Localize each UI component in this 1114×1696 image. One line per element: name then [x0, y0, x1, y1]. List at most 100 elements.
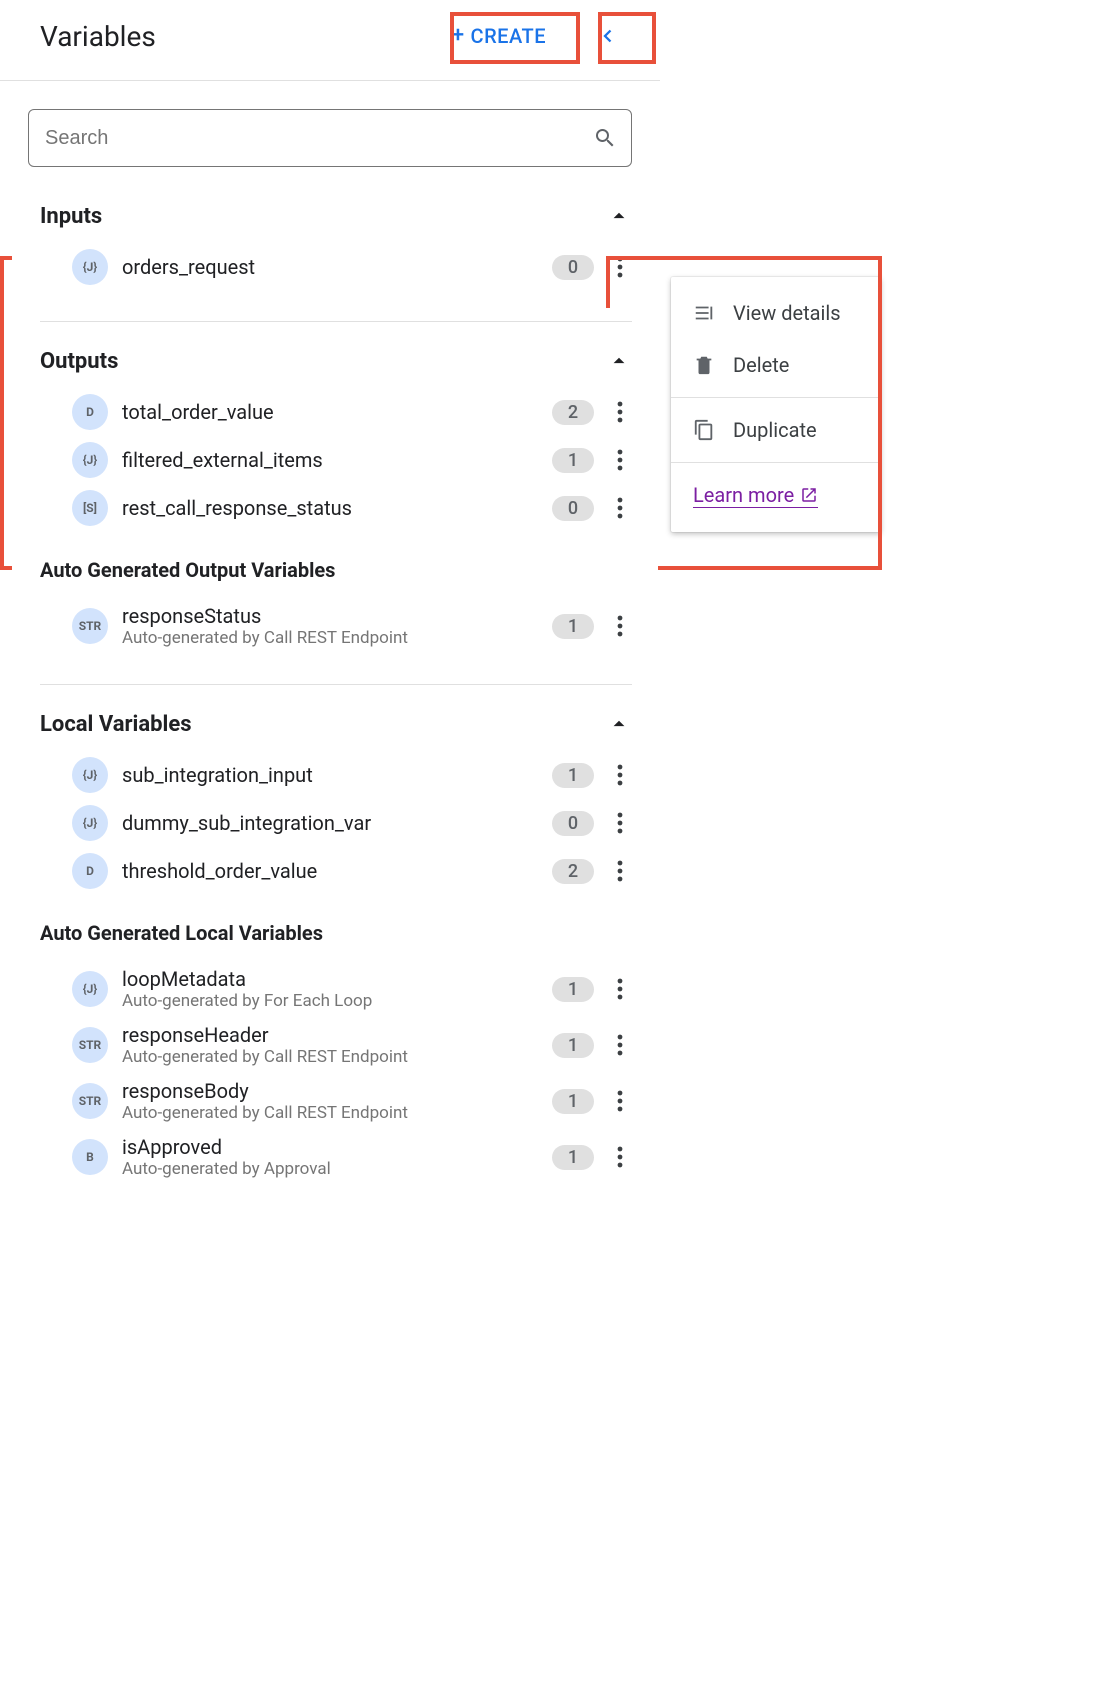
- learn-more-link[interactable]: Learn more: [693, 483, 818, 508]
- usage-count-badge: 2: [552, 400, 594, 425]
- section-inputs-header[interactable]: Inputs: [40, 195, 632, 243]
- auto-locals-title: Auto Generated Local Variables: [40, 895, 632, 961]
- more-actions-button[interactable]: [608, 974, 632, 1004]
- kebab-icon: [617, 256, 623, 278]
- variable-row[interactable]: {J} sub_integration_input 1: [40, 751, 632, 799]
- more-actions-button[interactable]: [608, 1142, 632, 1172]
- variable-name-block: orders_request: [122, 255, 538, 279]
- kebab-icon: [617, 497, 623, 519]
- more-actions-button[interactable]: [608, 1030, 632, 1060]
- more-actions-button[interactable]: [608, 445, 632, 475]
- variable-row[interactable]: STR responseStatus Auto-generated by Cal…: [40, 598, 632, 654]
- more-actions-button[interactable]: [608, 611, 632, 641]
- type-badge-string-array-icon: [S]: [72, 490, 108, 526]
- collapse-panel-button[interactable]: [582, 17, 628, 55]
- variable-context-menu: View details Delete Duplicate Learn more: [671, 277, 881, 532]
- variables-panel-wrapper: Variables + CREATE: [0, 0, 1114, 1185]
- panel-title: Variables: [40, 20, 156, 53]
- more-actions-button[interactable]: [608, 856, 632, 886]
- kebab-icon: [617, 764, 623, 786]
- section-inputs: Inputs {J} orders_request 0: [0, 177, 660, 322]
- variable-name: rest_call_response_status: [122, 496, 538, 520]
- section-locals-title: Local Variables: [40, 712, 192, 737]
- section-outputs-header[interactable]: Outputs: [40, 340, 632, 388]
- search-input[interactable]: [43, 126, 593, 151]
- menu-divider: [671, 397, 881, 398]
- usage-count-badge: 1: [552, 1089, 594, 1114]
- section-outputs: Outputs D total_order_value 2 {J} filter…: [0, 322, 660, 685]
- menu-item-label: Delete: [733, 353, 789, 377]
- variable-name: loopMetadata: [122, 967, 538, 991]
- variable-row[interactable]: {J} loopMetadata Auto-generated by For E…: [40, 961, 632, 1017]
- usage-count-badge: 0: [552, 811, 594, 836]
- usage-count-badge: 0: [552, 496, 594, 521]
- more-actions-button[interactable]: [608, 493, 632, 523]
- create-button-label: CREATE: [471, 24, 546, 48]
- variable-row[interactable]: [S] rest_call_response_status 0: [40, 484, 632, 532]
- plus-icon: +: [452, 25, 465, 47]
- variable-name: orders_request: [122, 255, 538, 279]
- more-actions-button[interactable]: [608, 252, 632, 282]
- more-actions-button[interactable]: [608, 1086, 632, 1116]
- variable-name: total_order_value: [122, 400, 538, 424]
- variable-name: threshold_order_value: [122, 859, 538, 883]
- search-icon: [593, 126, 617, 150]
- variable-row[interactable]: STR responseHeader Auto-generated by Cal…: [40, 1017, 632, 1073]
- variable-row[interactable]: D total_order_value 2: [40, 388, 632, 436]
- type-badge-double-icon: D: [72, 853, 108, 889]
- chevron-up-icon: [606, 711, 632, 737]
- search-container: [0, 81, 660, 177]
- auto-outputs-list: STR responseStatus Auto-generated by Cal…: [40, 598, 632, 654]
- more-actions-button[interactable]: [608, 397, 632, 427]
- section-locals-header[interactable]: Local Variables: [40, 703, 632, 751]
- variable-row[interactable]: B isApproved Auto-generated by Approval …: [40, 1129, 632, 1185]
- usage-count-badge: 1: [552, 977, 594, 1002]
- kebab-icon: [617, 1034, 623, 1056]
- variable-row[interactable]: STR responseBody Auto-generated by Call …: [40, 1073, 632, 1129]
- collapse-left-icon: [594, 25, 616, 47]
- kebab-icon: [617, 860, 623, 882]
- search-field[interactable]: [28, 109, 632, 167]
- learn-more-label: Learn more: [693, 483, 794, 507]
- variable-row[interactable]: D threshold_order_value 2: [40, 847, 632, 895]
- kebab-icon: [617, 449, 623, 471]
- duplicate-icon: [693, 419, 715, 441]
- menu-item-label: View details: [733, 301, 841, 325]
- trash-icon: [693, 354, 715, 376]
- kebab-icon: [617, 1146, 623, 1168]
- create-button[interactable]: + CREATE: [440, 16, 558, 56]
- variables-panel: Variables + CREATE: [0, 0, 660, 1185]
- menu-item-duplicate[interactable]: Duplicate: [671, 404, 881, 456]
- usage-count-badge: 1: [552, 448, 594, 473]
- kebab-icon: [617, 401, 623, 423]
- menu-item-delete[interactable]: Delete: [671, 339, 881, 391]
- variable-row[interactable]: {J} dummy_sub_integration_var 0: [40, 799, 632, 847]
- variable-subtitle: Auto-generated by For Each Loop: [122, 991, 538, 1011]
- menu-item-label: Duplicate: [733, 418, 817, 442]
- type-badge-json-icon: {J}: [72, 971, 108, 1007]
- more-actions-button[interactable]: [608, 760, 632, 790]
- type-badge-string-icon: STR: [72, 608, 108, 644]
- variable-row[interactable]: {J} filtered_external_items 1: [40, 436, 632, 484]
- variable-name: responseHeader: [122, 1023, 538, 1047]
- auto-locals-list: {J} loopMetadata Auto-generated by For E…: [40, 961, 632, 1185]
- section-locals: Local Variables {J} sub_integration_inpu…: [0, 685, 660, 1185]
- type-badge-string-icon: STR: [72, 1027, 108, 1063]
- inputs-list: {J} orders_request 0: [40, 243, 632, 291]
- section-inputs-title: Inputs: [40, 204, 102, 229]
- variable-subtitle: Auto-generated by Call REST Endpoint: [122, 628, 538, 648]
- menu-item-view-details[interactable]: View details: [671, 287, 881, 339]
- outputs-list: D total_order_value 2 {J} filtered_exter…: [40, 388, 632, 532]
- menu-learn-more: Learn more: [671, 469, 881, 522]
- variable-subtitle: Auto-generated by Call REST Endpoint: [122, 1047, 538, 1067]
- variable-name: responseBody: [122, 1079, 538, 1103]
- variable-name: dummy_sub_integration_var: [122, 811, 538, 835]
- variable-subtitle: Auto-generated by Call REST Endpoint: [122, 1103, 538, 1123]
- more-actions-button[interactable]: [608, 808, 632, 838]
- variable-row[interactable]: {J} orders_request 0: [40, 243, 632, 291]
- variable-name: responseStatus: [122, 604, 538, 628]
- external-link-icon: [800, 486, 818, 504]
- type-badge-string-icon: STR: [72, 1083, 108, 1119]
- view-details-icon: [693, 302, 715, 324]
- panel-header: Variables + CREATE: [0, 0, 660, 80]
